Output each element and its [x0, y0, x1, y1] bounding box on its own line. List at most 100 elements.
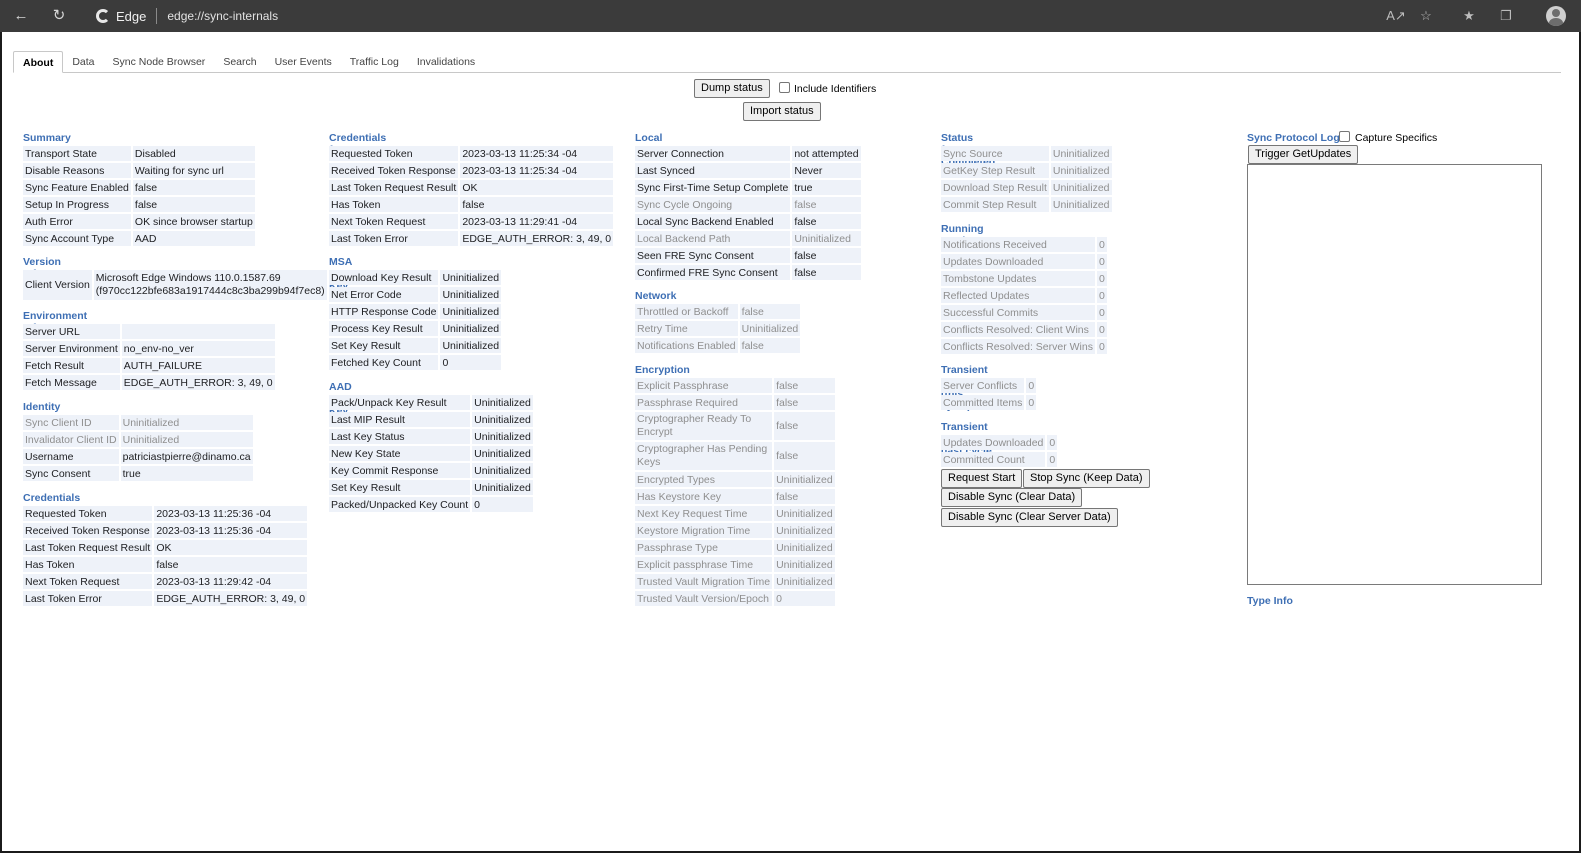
table-row: Fetch Result AUTH_FAILURE [23, 358, 275, 373]
table-row: Passphrase Type Uninitialized [635, 540, 835, 555]
table-row: Cryptographer Ready To Encrypt false [635, 412, 835, 440]
row-label: Received Token Response [23, 523, 153, 538]
capture-specifics-checkbox[interactable] [1339, 131, 1350, 142]
row-value: 2023-03-13 11:25:36 -04 [154, 523, 308, 538]
back-icon[interactable]: ← [10, 6, 32, 26]
table-row: Client Version Microsoft Edge Windows 110… [23, 270, 327, 300]
refresh-icon[interactable]: ↻ [48, 6, 70, 26]
table-row: Sync Source Uninitialized [941, 146, 1112, 161]
row-label: Last Token Error [329, 231, 459, 246]
table-row: Has Token false [329, 197, 614, 212]
credentials-for-key-table: Requested Token 2023-03-13 11:25:34 -04 Re… [327, 144, 615, 248]
row-label: Next Key Request Time [635, 506, 773, 521]
row-value: Uninitialized [1050, 163, 1112, 178]
table-row: Last Token Request Result OK [329, 180, 614, 195]
table-row: Set Key Result Uninitialized [329, 480, 533, 495]
profile-icon[interactable] [1546, 6, 1566, 26]
row-label: Requested Token [329, 146, 459, 161]
tab-traffic-log[interactable]: Traffic Log [341, 51, 408, 73]
add-favorite-icon[interactable]: ☆ [1415, 6, 1437, 26]
table-row: Next Key Request Time Uninitialized [635, 506, 835, 521]
favorites-icon[interactable]: ★ [1458, 6, 1480, 26]
table-row: Last Synced Never [635, 163, 861, 178]
row-value: false [739, 338, 801, 353]
row-label: Set Key Result [329, 338, 439, 353]
version-info-table: Client Version Microsoft Edge Windows 110… [21, 268, 329, 302]
table-row: Updates Downloaded 0 [941, 435, 1058, 450]
row-value: Uninitialized [774, 557, 835, 572]
row-value: Waiting for sync url [132, 163, 255, 178]
read-aloud-icon[interactable]: A↗ [1385, 6, 1407, 26]
row-value: AAD [132, 231, 255, 246]
row-value: false [792, 214, 861, 229]
tab-sync-node-browser[interactable]: Sync Node Browser [104, 51, 215, 73]
dump-status-button[interactable]: Dump status [694, 79, 770, 98]
table-row: Set Key Result Uninitialized [329, 338, 502, 353]
tab-invalidations[interactable]: Invalidations [408, 51, 484, 73]
table-row: Invalidator Client ID Uninitialized [23, 432, 253, 447]
table-row: Notifications Received 0 [941, 237, 1107, 252]
disable-sync-clear-data-button[interactable]: Disable Sync (Clear Data) [941, 488, 1083, 507]
row-value: Uninitialized [440, 338, 502, 353]
table-row: Conflicts Resolved: Server Wins 0 [941, 339, 1107, 354]
identity-table: Sync Client ID Uninitialized Invalidator C… [21, 413, 255, 483]
row-value: 0 [1096, 254, 1107, 269]
row-label: Sync Consent [23, 466, 119, 481]
identity-title: Identity [23, 401, 61, 413]
browser-toolbar: ← ↻ Edge edge://sync-internals A↗ ☆ ★ ❐ [0, 0, 1581, 32]
tab-data[interactable]: Data [63, 51, 103, 73]
row-label: Sync Cycle Ongoing [635, 197, 791, 212]
row-label: Explicit Passphrase [635, 378, 773, 393]
row-value: Uninitialized [774, 472, 835, 487]
row-value: Uninitialized [440, 270, 502, 285]
address-divider [156, 8, 158, 24]
address-bar[interactable]: Edge edge://sync-internals [88, 4, 1378, 28]
collections-icon[interactable]: ❐ [1495, 6, 1517, 26]
row-value: false [774, 489, 835, 504]
row-value: 2023-03-13 11:25:34 -04 [460, 163, 614, 178]
row-label: Invalidator Client ID [23, 432, 119, 447]
row-value: true [120, 466, 253, 481]
table-row: Trusted Vault Migration Time Uninitialize… [635, 574, 835, 589]
include-identifiers-label: Include Identifiers [794, 83, 877, 95]
row-label: Last Synced [635, 163, 791, 178]
tab-about[interactable]: About [13, 51, 64, 73]
tab-user-events[interactable]: User Events [266, 51, 341, 73]
browser-brand: Edge [116, 8, 147, 24]
summary-title: Summary [23, 132, 71, 144]
include-identifiers-checkbox[interactable] [779, 82, 790, 93]
row-label: Reflected Updates [941, 288, 1095, 303]
row-value: Uninitialized [120, 432, 253, 447]
row-value: Uninitialized [440, 321, 502, 336]
row-label: Last Token Request Result [23, 540, 153, 555]
row-label: Next Token Request [23, 574, 153, 589]
row-label: Notifications Enabled [635, 338, 738, 353]
row-value: false [774, 442, 835, 470]
row-value: Uninitialized [472, 412, 533, 427]
table-row: Committed Count 0 [941, 452, 1058, 467]
table-row: Username patriciastpierre@dinamo.ca [23, 449, 253, 464]
row-value: Uninitialized [440, 287, 502, 302]
stop-sync-button[interactable]: Stop Sync (Keep Data) [1023, 469, 1150, 488]
table-row: Fetched Key Count 0 [329, 355, 502, 370]
table-row: Download Step Result Uninitialized [941, 180, 1112, 195]
table-row: Next Token Request 2023-03-13 11:29:41 -0… [329, 214, 614, 229]
encryption-table: Explicit Passphrase false Passphrase Requi… [633, 376, 837, 608]
row-value: Never [792, 163, 861, 178]
row-value: false [132, 197, 255, 212]
protocol-log-textarea[interactable] [1247, 164, 1542, 585]
row-label: Fetch Result [23, 358, 120, 373]
import-status-button[interactable]: Import status [743, 102, 821, 121]
disable-sync-clear-server-data-button[interactable]: Disable Sync (Clear Server Data) [941, 508, 1118, 527]
table-row: Last Key Status Uninitialized [329, 429, 533, 444]
trigger-getupdates-button[interactable]: Trigger GetUpdates [1248, 145, 1359, 164]
network-table: Throttled or Backoff false Retry Time Unini… [633, 302, 802, 355]
row-value: no_env-no_ver [121, 341, 275, 356]
table-row: Process Key Result Uninitialized [329, 321, 502, 336]
url-text[interactable]: edge://sync-internals [167, 9, 278, 23]
table-row: Tombstone Updates 0 [941, 271, 1107, 286]
row-value: true [792, 180, 861, 195]
tab-search[interactable]: Search [214, 51, 265, 73]
row-value: not attempted [792, 146, 861, 161]
request-start-button[interactable]: Request Start [941, 469, 1023, 488]
